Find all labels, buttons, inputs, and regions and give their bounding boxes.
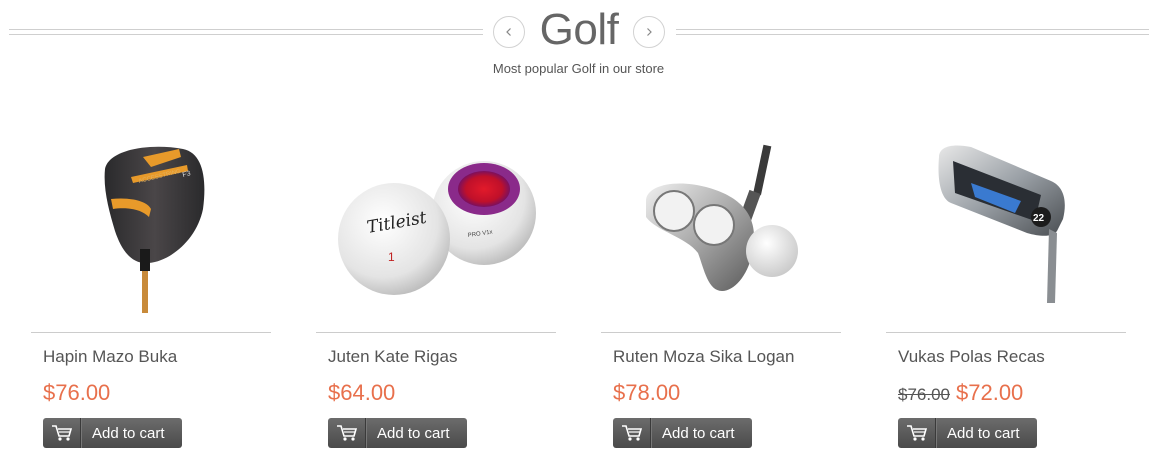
product-divider [316,332,556,333]
carousel-next-button[interactable] [633,16,665,48]
product-image-link[interactable]: PRO V1x Titleist 1 [316,135,556,317]
shopping-cart-icon [613,418,651,448]
product-divider [31,332,271,333]
golf-iron-image: 22 [938,145,1065,303]
add-to-cart-label: Add to cart [92,424,165,442]
shopping-cart-icon [328,418,366,448]
product-price-old: $76.00 [898,385,950,404]
section-title: Golf [539,5,619,54]
section-header: Golf Most popular Golf in our store [0,0,1165,90]
shopping-cart-icon [898,418,936,448]
product-price-current: $64.00 [328,380,396,405]
svg-text:1: 1 [388,250,395,264]
product-image-link[interactable] [601,135,841,317]
product-image-link[interactable]: ACCESSTRING F3 [31,135,271,317]
product-divider [886,332,1126,333]
product-price: $76.00 $72.00 [898,380,1023,406]
section-subtitle: Most popular Golf in our store [492,61,665,76]
header-rule-right [676,29,1149,35]
product-name-link[interactable]: Vukas Polas Recas [898,347,1045,367]
product-price: $78.00 [613,380,680,406]
add-to-cart-label: Add to cart [662,424,735,442]
product-price-current: $76.00 [43,380,111,405]
chevron-right-icon [647,28,652,36]
golf-driver-image: ACCESSTRING F3 [104,146,205,313]
add-to-cart-button[interactable]: Add to cart [43,418,182,448]
carousel-prev-button[interactable] [493,16,525,48]
product-card: Ruten Moza Sika Logan $78.00 Add to cart [601,135,841,455]
add-to-cart-button[interactable]: Add to cart [328,418,467,448]
product-card: PRO V1x Titleist 1 Juten Kate Rigas $64.… [316,135,556,455]
product-name-link[interactable]: Juten Kate Rigas [328,347,457,367]
product-card: ACCESSTRING F3 Hapin Mazo Buka $76.00 Ad… [31,135,271,455]
add-to-cart-button[interactable]: Add to cart [613,418,752,448]
product-price: $64.00 [328,380,395,406]
add-to-cart-label: Add to cart [377,424,450,442]
add-to-cart-label: Add to cart [947,424,1020,442]
header-rule-left [9,29,483,35]
golf-putter-image [646,144,798,291]
product-price: $76.00 [43,380,110,406]
golf-balls-image: PRO V1x Titleist 1 [338,161,536,295]
add-to-cart-button[interactable]: Add to cart [898,418,1037,448]
chevron-left-icon [506,28,511,36]
shopping-cart-icon [43,418,81,448]
svg-text:22: 22 [1033,213,1045,224]
product-name-link[interactable]: Ruten Moza Sika Logan [613,347,794,367]
product-divider [601,332,841,333]
product-card: 22 Vukas Polas Recas $76.00 $72.00 Add to… [886,135,1126,455]
product-image-link[interactable]: 22 [886,135,1126,317]
product-price-current: $72.00 [956,380,1024,405]
product-name-link[interactable]: Hapin Mazo Buka [43,347,177,367]
product-price-current: $78.00 [613,380,681,405]
